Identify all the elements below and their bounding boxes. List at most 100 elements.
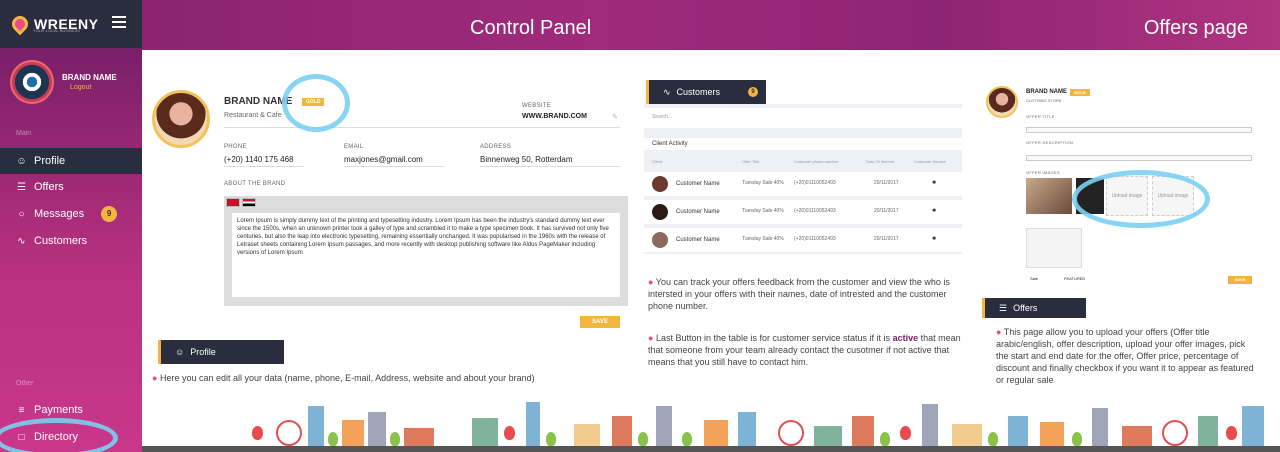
- customers-panel: Search... Client Activity Client Offer T…: [644, 104, 962, 254]
- sidebar-item-label: Payments: [34, 404, 83, 416]
- chart-icon: ∿: [663, 86, 671, 97]
- service-status-icon[interactable]: ✱: [932, 180, 936, 186]
- sidebar-item-label: Offers: [34, 181, 64, 193]
- chart-icon: ∿: [17, 235, 26, 247]
- table-row[interactable]: Customer Name Tuesday Sale 40% (+20)0111…: [644, 172, 962, 196]
- service-status-icon[interactable]: ✱: [932, 208, 936, 214]
- col-service: Customer Service: [914, 159, 946, 164]
- english-flag-icon[interactable]: [226, 198, 240, 207]
- sidebar-item-offers[interactable]: ☰ Offers: [0, 174, 142, 200]
- customers-description-2: ● Last Button in the table is for custom…: [648, 332, 968, 368]
- col-date: Date Of Interest: [866, 159, 895, 164]
- menu-toggle-icon[interactable]: [112, 16, 126, 28]
- offer-title: Tuesday Sale 40%: [742, 208, 784, 214]
- customers-description-text: You can track your offers feedback from …: [648, 277, 950, 311]
- offer-title-input[interactable]: [1026, 127, 1252, 133]
- sidebar-section-main: Main: [16, 130, 32, 137]
- offer-description-input[interactable]: [1026, 155, 1252, 161]
- email-label: EMAIL: [344, 144, 364, 150]
- featured-option[interactable]: FEATURED: [1064, 276, 1085, 281]
- profile-save-button[interactable]: SAVE: [580, 316, 620, 328]
- email-value[interactable]: maxjones@gmail.com: [344, 155, 423, 164]
- brand-avatar[interactable]: [10, 60, 54, 104]
- highlight-gold-badge: [282, 74, 350, 132]
- sidebar-item-label: Messages: [34, 208, 85, 220]
- customers-section-title: Customers: [676, 87, 721, 97]
- offers-description-text: This page allow you to upload your offer…: [996, 327, 1254, 385]
- sidebar-item-messages[interactable]: ○ Messages 9: [0, 201, 142, 227]
- list-icon: ☰: [17, 181, 26, 193]
- page-title: Control Panel: [470, 17, 592, 39]
- phone-value[interactable]: (+20) 1140 175 468: [224, 155, 293, 164]
- table-row[interactable]: Customer Name Tuesday Sale 40% (+20)0111…: [644, 228, 962, 252]
- table-header: Client Offer Title Customer phone number…: [644, 156, 962, 166]
- user-icon: ☺: [175, 347, 185, 357]
- offers-section-title: Offers: [1013, 303, 1038, 313]
- profile-avatar[interactable]: [152, 90, 210, 148]
- sidebar-item-label: Profile: [34, 155, 66, 167]
- date-picker[interactable]: [1026, 228, 1082, 268]
- customer-phone: (+20)01110052493: [794, 180, 836, 186]
- interest-date: 20/11/2017: [874, 236, 899, 242]
- customers-section-bar: ∿ Customers 9: [646, 80, 766, 104]
- sidebar-brand-name: BRAND NAME: [62, 73, 117, 82]
- client-activity-title: Client Activity: [644, 138, 962, 150]
- app-tagline: YOUR LOCAL BUSINESS: [33, 28, 80, 33]
- table-row[interactable]: Customer Name Tuesday Sale 40% (+20)0111…: [644, 200, 962, 224]
- offers-category: CLOTHING STORE: [1026, 98, 1062, 103]
- offer-description-label: OFFER DESCRIPTION: [1026, 140, 1074, 145]
- sidebar-item-customers[interactable]: ∿ Customers: [0, 228, 142, 254]
- highlight-image-upload: [1072, 170, 1210, 228]
- sale-option[interactable]: Sale: [1030, 276, 1038, 281]
- address-value[interactable]: Binnenweg 50, Rotterdam: [480, 155, 573, 164]
- customer-phone: (+20)01110052493: [794, 236, 836, 242]
- profile-description-text: Here you can edit all your data (name, p…: [159, 373, 535, 383]
- customers-badge: 9: [748, 87, 759, 97]
- about-editor: Lorem Ipsum is simply dummy text of the …: [224, 196, 628, 306]
- offer-title-label: OFFER TITLE: [1026, 114, 1055, 119]
- col-client: Client: [652, 159, 663, 164]
- address-label: ADDRESS: [480, 144, 512, 150]
- arabic-flag-icon[interactable]: [242, 198, 256, 207]
- profile-section-bar: ☺ Profile: [158, 340, 284, 364]
- map-pin-icon: ●: [152, 373, 158, 383]
- service-status-icon[interactable]: ✱: [932, 236, 936, 242]
- highlight-directory: [0, 418, 118, 452]
- language-switch: [226, 198, 256, 207]
- sidebar-item-profile[interactable]: ☺ Profile: [0, 148, 142, 174]
- offers-section-bar: ☰ Offers: [982, 298, 1086, 318]
- col-offer: Offer Title: [742, 159, 760, 164]
- customers-search-input[interactable]: Search...: [644, 108, 962, 128]
- map-pin-icon: ●: [648, 277, 654, 287]
- offer-image-thumb[interactable]: [1026, 178, 1072, 214]
- list-icon: ☰: [999, 302, 1008, 313]
- website-value[interactable]: WWW.BRAND.COM: [522, 113, 587, 120]
- customer-name: Customer Name: [676, 237, 720, 243]
- about-textarea[interactable]: Lorem Ipsum is simply dummy text of the …: [232, 213, 620, 297]
- user-icon: ☺: [16, 155, 27, 167]
- customer-avatar: [652, 232, 668, 248]
- profile-description: ● Here you can edit all your data (name,…: [152, 372, 628, 384]
- offers-save-button[interactable]: SAVE: [1228, 276, 1252, 284]
- map-pin-icon: ●: [648, 333, 654, 343]
- offers-avatar: [986, 86, 1018, 118]
- profile-section-title: Profile: [190, 347, 216, 357]
- logout-link[interactable]: Logout: [70, 84, 117, 91]
- page-subtitle: Offers page: [1143, 17, 1248, 39]
- edit-icon[interactable]: ✎: [612, 113, 618, 121]
- offers-tier-badge: GOLD: [1070, 89, 1090, 96]
- website-label: WEBSITE: [522, 103, 552, 109]
- header: Control Panel Offers page: [142, 0, 1280, 50]
- phone-label: PHONE: [224, 144, 247, 150]
- customers-description-prefix: Last Button in the table is for customer…: [655, 333, 893, 343]
- sidebar: WREENY YOUR LOCAL BUSINESS BRAND NAME Lo…: [0, 0, 142, 452]
- offers-brand-name: BRAND NAME: [1026, 89, 1067, 95]
- active-keyword: active: [892, 333, 919, 343]
- customers-description-1: ● You can track your offers feedback fro…: [648, 276, 968, 312]
- profile-panel: BRAND NAME GOLD Restaurant & Cafe WEBSIT…: [146, 76, 630, 331]
- customer-avatar: [652, 204, 668, 220]
- offer-images-label: OFFER IMAGES: [1026, 170, 1060, 175]
- sidebar-brand: BRAND NAME Logout: [10, 60, 117, 104]
- offer-title: Tuesday Sale 40%: [742, 180, 784, 186]
- col-phone: Customer phone number: [794, 159, 839, 164]
